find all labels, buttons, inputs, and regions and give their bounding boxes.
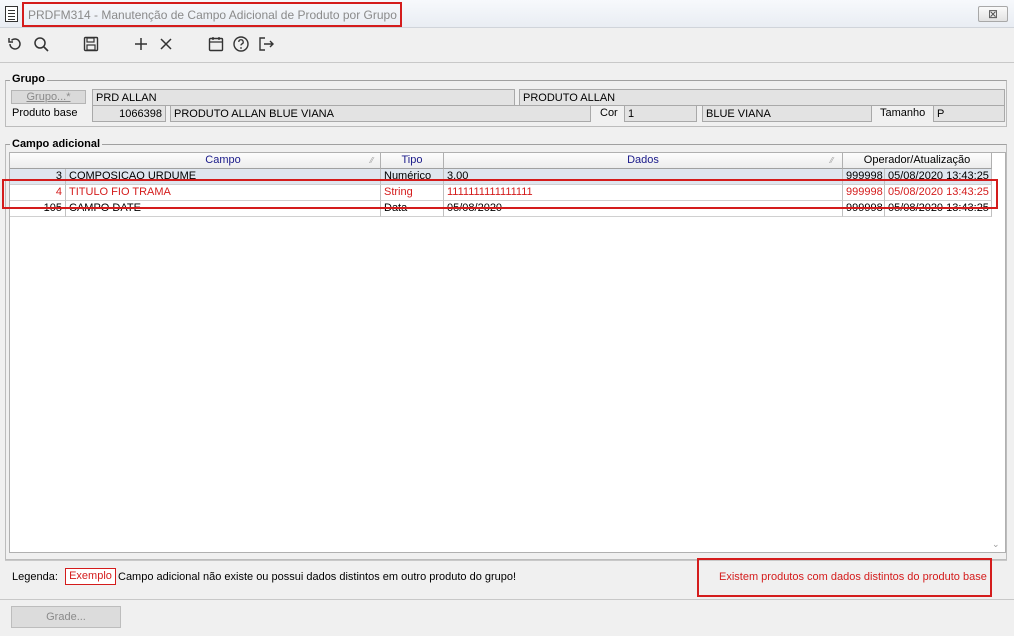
- cell-dados[interactable]: 3,00: [444, 169, 843, 185]
- campo-adicional-title: Campo adicional: [10, 138, 103, 150]
- grid-header-id: [10, 153, 66, 169]
- cell-atualizacao: 05/08/2020 13:43:25: [885, 201, 992, 217]
- plus-icon[interactable]: [132, 35, 150, 53]
- cell-operador: 999998: [843, 185, 885, 201]
- sort-icon[interactable]: ⁄⁄: [826, 156, 838, 166]
- grupo-lookup-button[interactable]: Grupo...*: [11, 90, 86, 104]
- document-icon: [5, 6, 18, 22]
- sort-icon[interactable]: ⁄⁄: [366, 156, 378, 166]
- refresh-icon[interactable]: [6, 35, 24, 53]
- footer-separator: [0, 599, 1014, 600]
- cell-campo: TITULO FIO TRAMA: [66, 185, 381, 201]
- column-header-tipo[interactable]: Tipo: [381, 153, 444, 169]
- cor-name-field: BLUE VIANA: [702, 105, 872, 122]
- cell-id: 3: [10, 169, 66, 185]
- column-header-dados[interactable]: Dados: [444, 153, 843, 169]
- produto-base-code-field[interactable]: 1066398: [92, 105, 166, 122]
- cell-tipo: String: [381, 185, 444, 201]
- close-icon[interactable]: [157, 35, 175, 53]
- window-title: PRDFM314 - Manutenção de Campo Adicional…: [28, 8, 397, 22]
- chevron-down-icon[interactable]: ⌄: [992, 539, 1002, 549]
- grupo-name-field: PRODUTO ALLAN: [519, 89, 1005, 106]
- cell-operador: 999998: [843, 201, 885, 217]
- cell-tipo: Numérico: [381, 169, 444, 185]
- cell-id: 4: [10, 185, 66, 201]
- help-icon[interactable]: [232, 35, 250, 53]
- tamanho-label: Tamanho: [880, 107, 926, 119]
- legend-label: Legenda:: [12, 571, 58, 583]
- grupo-code-field[interactable]: PRD ALLAN: [92, 89, 515, 106]
- grade-button[interactable]: Grade...: [11, 606, 121, 628]
- cell-id: 105: [10, 201, 66, 217]
- search-icon[interactable]: [32, 35, 50, 53]
- cell-atualizacao: 05/08/2020 13:43:25: [885, 169, 992, 185]
- cor-code-field[interactable]: 1: [624, 105, 697, 122]
- save-icon[interactable]: [82, 35, 100, 53]
- cell-dados[interactable]: 1111111111111111: [444, 185, 843, 201]
- campo-adicional-grid[interactable]: Campo ⁄⁄ Tipo Dados ⁄⁄ Operador/Atualiza…: [9, 152, 1006, 553]
- cell-campo: CAMPO DATE: [66, 201, 381, 217]
- produto-base-label: Produto base: [12, 107, 78, 119]
- cell-operador: 999998: [843, 169, 885, 185]
- cell-dados[interactable]: 05/08/2020: [444, 201, 843, 217]
- distinct-data-notice: Existem produtos com dados distintos do …: [719, 571, 987, 583]
- calendar-icon[interactable]: [207, 35, 225, 53]
- toolbar-separator: [0, 62, 1014, 63]
- column-header-operador[interactable]: Operador/Atualização: [843, 153, 992, 169]
- cell-tipo: Data: [381, 201, 444, 217]
- produto-base-name-field: PRODUTO ALLAN BLUE VIANA: [170, 105, 591, 122]
- window-close-button[interactable]: ⊠: [978, 6, 1008, 22]
- cor-label: Cor: [600, 107, 618, 119]
- exit-icon[interactable]: [257, 35, 275, 53]
- legend-example: Exemplo: [65, 568, 116, 585]
- cell-campo: COMPOSICAO URDUME: [66, 169, 381, 185]
- tamanho-field[interactable]: P: [933, 105, 1005, 122]
- grupo-title: Grupo: [10, 73, 47, 85]
- column-header-campo[interactable]: Campo: [66, 153, 381, 169]
- legend-text: Campo adicional não existe ou possui dad…: [118, 571, 517, 583]
- cell-atualizacao: 05/08/2020 13:43:25: [885, 185, 992, 201]
